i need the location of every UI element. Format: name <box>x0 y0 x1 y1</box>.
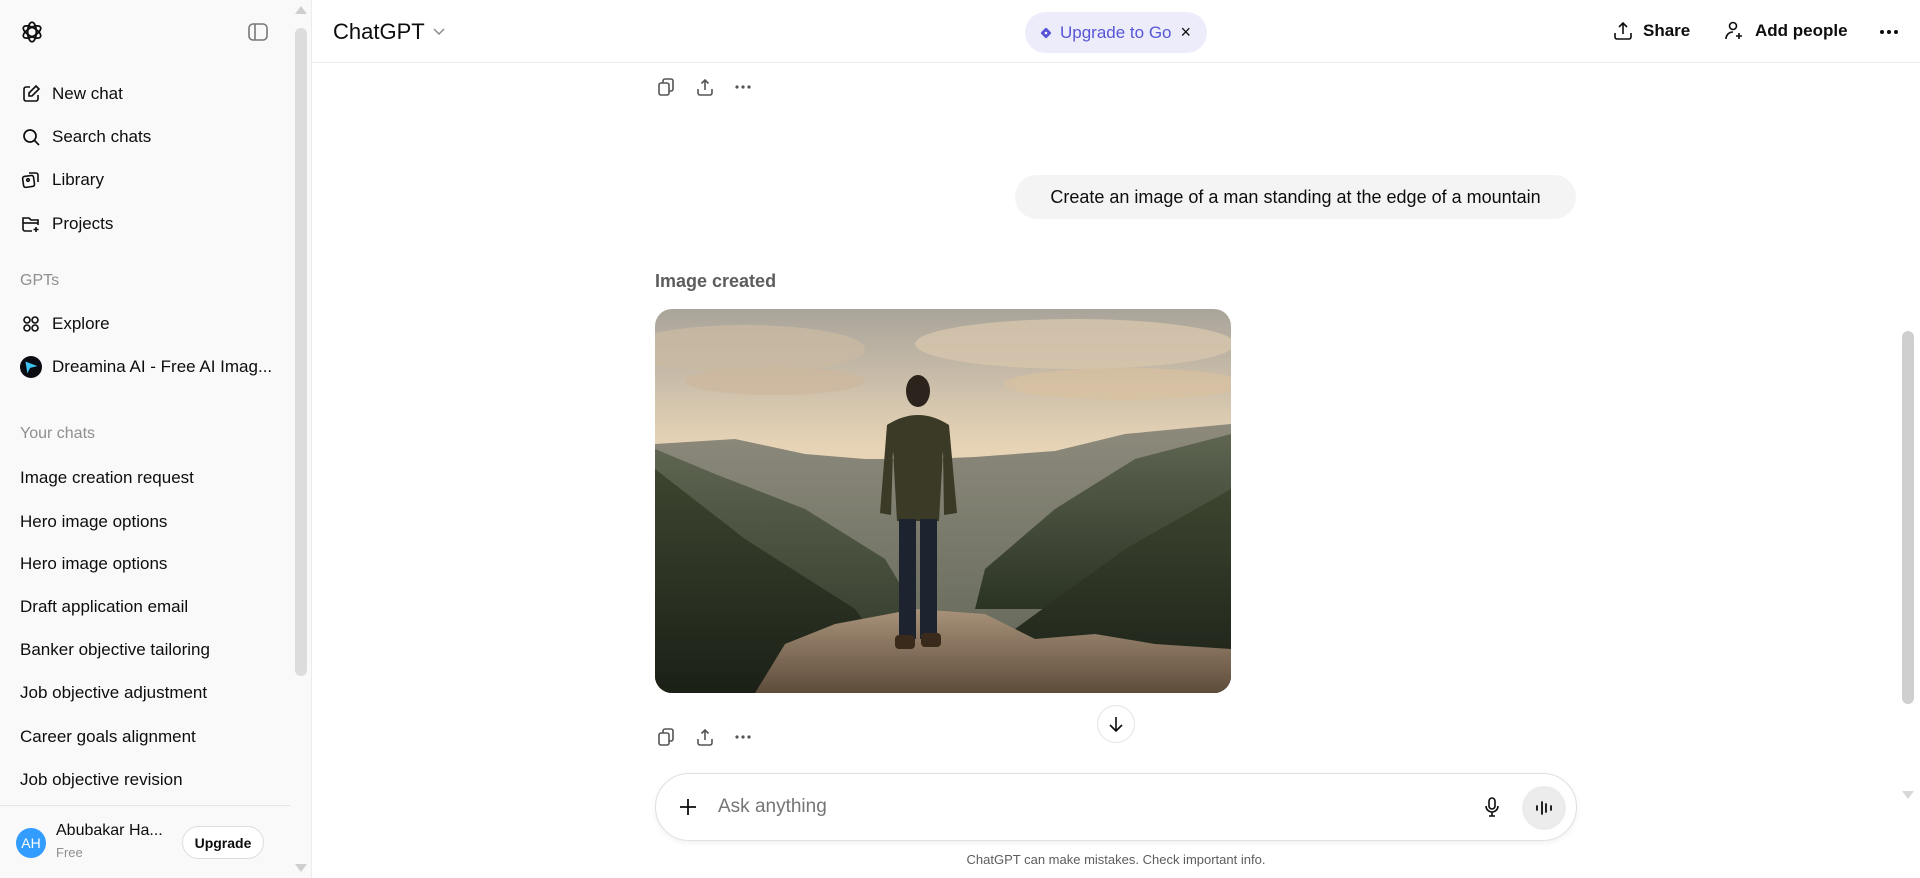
gpts-heading: GPTs <box>20 272 60 289</box>
sidebar-item-explore[interactable]: Explore <box>12 304 284 344</box>
sidebar-item-dreamina[interactable]: Dreamina AI - Free AI Imag... <box>12 347 284 387</box>
dreamina-logo-icon <box>20 356 42 378</box>
image-status-label: Image created <box>655 271 777 291</box>
chat-history-item[interactable]: Job objective adjustment <box>12 673 284 713</box>
grid-icon <box>20 313 42 335</box>
chat-history-item[interactable]: Draft application email <box>12 587 284 627</box>
more-icon[interactable] <box>729 723 757 751</box>
model-name: ChatGPT <box>333 19 425 44</box>
upgrade-button[interactable]: Upgrade <box>182 826 264 859</box>
voice-mode-button[interactable] <box>1522 786 1566 830</box>
sidebar: New chat Search chats Library Projects G… <box>0 0 312 878</box>
sidebar-scrollbar-thumb[interactable] <box>295 28 307 676</box>
profile-plan: Free <box>56 845 83 860</box>
sidebar-item-label: Library <box>52 170 104 189</box>
disclaimer: ChatGPT can make mistakes. Check importa… <box>966 852 1266 867</box>
sidebar-item-label: Projects <box>52 214 114 233</box>
profile-name[interactable]: Abubakar Ha... <box>56 822 163 840</box>
sidebar-item-label: Explore <box>52 314 110 333</box>
sidebar-item-search-chats[interactable]: Search chats <box>12 117 284 157</box>
sidebar-item-label: New chat <box>52 84 123 103</box>
microphone-icon[interactable] <box>1478 793 1506 821</box>
composer <box>655 773 1577 841</box>
share-icon[interactable] <box>691 723 719 751</box>
share-icon[interactable] <box>691 73 719 101</box>
add-attachment-icon[interactable] <box>674 793 702 821</box>
share-label: Share <box>1643 21 1691 40</box>
scroll-to-bottom-button[interactable] <box>1097 705 1135 743</box>
your-chats-heading: Your chats <box>20 425 96 442</box>
sidebar-item-label: Search chats <box>52 127 152 146</box>
chat-history-item[interactable]: Career goals alignment <box>12 717 284 757</box>
waveform-icon <box>1536 801 1552 815</box>
copy-icon[interactable] <box>652 723 680 751</box>
folder-plus-icon <box>20 213 42 235</box>
scroll-down-arrow[interactable] <box>295 864 307 872</box>
add-people-button[interactable]: Add people <box>1724 20 1848 42</box>
chevron-down-icon <box>433 28 445 35</box>
chat-history-item[interactable]: Job objective revision <box>12 760 284 800</box>
upgrade-pill-label: Upgrade to Go <box>1060 22 1172 42</box>
chat-history-item[interactable]: Hero image options <box>12 544 284 584</box>
chat-history-item[interactable]: Hero image options <box>12 502 284 542</box>
divider <box>0 805 290 806</box>
more-options-icon[interactable] <box>1875 18 1903 46</box>
sidebar-item-new-chat[interactable]: New chat <box>12 74 284 114</box>
share-button[interactable]: Share <box>1612 20 1690 42</box>
toggle-sidebar-icon[interactable] <box>244 18 272 46</box>
scroll-down-arrow[interactable] <box>1902 791 1914 799</box>
sidebar-item-projects[interactable]: Projects <box>12 204 284 244</box>
share-icon <box>1614 21 1632 40</box>
generated-image[interactable] <box>655 309 1231 693</box>
diamond-icon <box>1040 27 1052 38</box>
chat-history-item[interactable]: Image creation request <box>12 458 284 498</box>
arrow-down-icon <box>1109 717 1123 733</box>
main-scrollbar-thumb[interactable] <box>1902 331 1914 704</box>
add-person-icon <box>1725 21 1742 40</box>
library-icon <box>20 169 42 191</box>
sidebar-item-label: Dreamina AI - Free AI Imag... <box>52 357 273 376</box>
new-chat-icon <box>20 83 42 105</box>
add-people-label: Add people <box>1755 21 1848 40</box>
scroll-up-arrow[interactable] <box>295 6 307 14</box>
openai-logo-icon[interactable] <box>18 18 46 46</box>
avatar[interactable]: AH <box>16 828 46 858</box>
prompt-input[interactable] <box>718 792 1418 822</box>
more-icon[interactable] <box>729 73 757 101</box>
copy-icon[interactable] <box>652 73 680 101</box>
model-selector[interactable]: ChatGPT <box>333 19 446 45</box>
sidebar-item-library[interactable]: Library <box>12 160 284 200</box>
user-message-bubble: Create an image of a man standing at the… <box>1015 175 1576 219</box>
chat-history-item[interactable]: Banker objective tailoring <box>12 630 284 670</box>
search-icon <box>20 126 42 148</box>
close-icon[interactable]: × <box>1181 22 1192 43</box>
upgrade-to-go-pill[interactable]: Upgrade to Go × <box>1025 12 1207 53</box>
